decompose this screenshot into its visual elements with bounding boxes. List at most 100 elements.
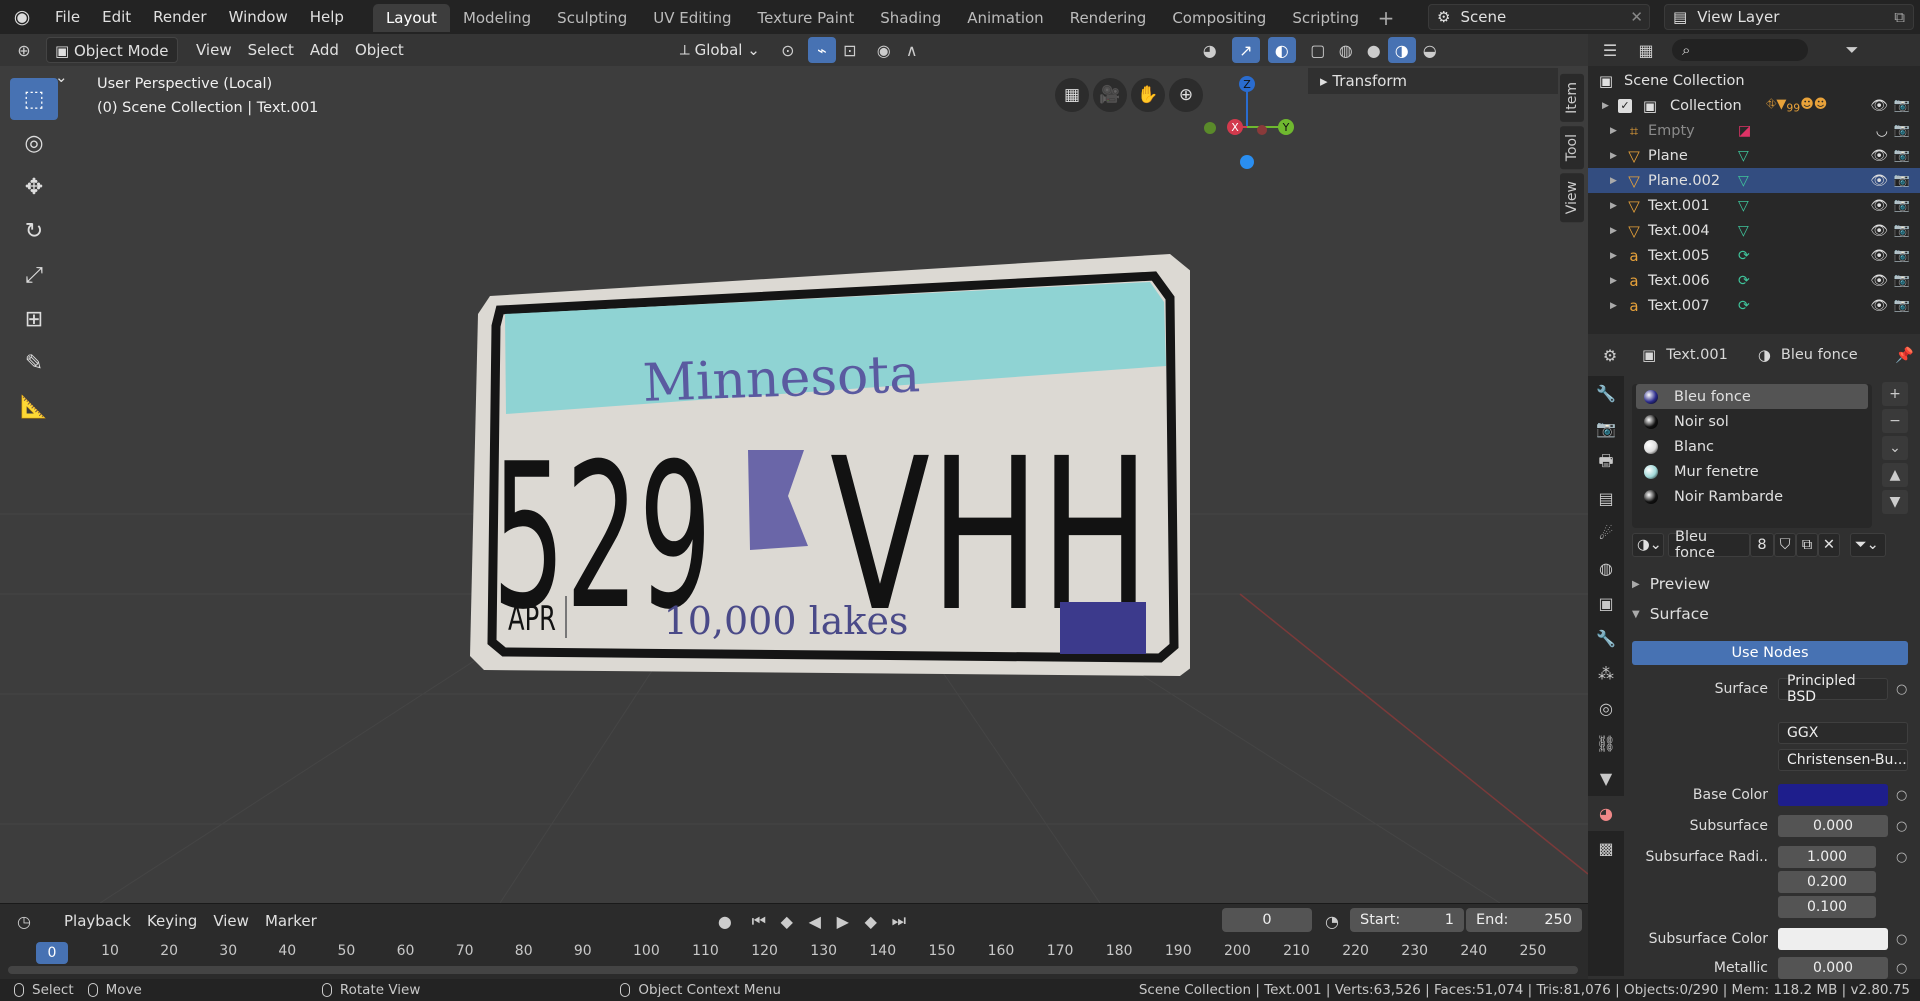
menu-file[interactable]: File — [44, 0, 91, 34]
outliner-editor-type-icon[interactable]: ☰ — [1596, 37, 1624, 63]
scene-close-icon[interactable]: ✕ — [1630, 8, 1643, 26]
filter-icon[interactable]: ⏷ — [1838, 37, 1866, 63]
license-plate-object[interactable]: Minnesota 529 VHH APR 10,000 lakes — [470, 254, 1190, 694]
mode-selector[interactable]: ▣ Object Mode ⌄ — [46, 37, 178, 86]
scene-selector[interactable]: ⚙ Scene ✕ — [1428, 4, 1650, 30]
current-frame-indicator[interactable]: 0 — [36, 942, 68, 964]
visibility-icon[interactable]: 👁 — [1870, 198, 1888, 214]
outliner-item-row[interactable]: ▶ ▽ Text.004 ▽ 👁 📷 — [1588, 218, 1920, 243]
annotate-tool-icon[interactable]: ✎ — [10, 342, 58, 384]
record-icon[interactable]: ● — [711, 908, 739, 934]
render-visibility-icon[interactable]: 📷 — [1894, 148, 1910, 163]
remove-slot-icon[interactable]: − — [1882, 409, 1908, 433]
tab-rendering[interactable]: Rendering — [1057, 4, 1160, 32]
overlay-toggle-icon[interactable]: ◐ — [1267, 37, 1296, 63]
next-keyframe-icon[interactable]: ◆ — [857, 908, 885, 934]
tab-layout[interactable]: Layout — [372, 4, 450, 32]
add-slot-icon[interactable]: + — [1882, 382, 1908, 406]
pivot-icon[interactable]: ⊙ — [774, 37, 802, 63]
surface-panel-header[interactable]: ▼ Surface — [1632, 600, 1918, 628]
fake-user-icon[interactable]: ⛉ — [1774, 533, 1796, 557]
scene-collection-row[interactable]: ▣ Scene Collection — [1588, 68, 1920, 93]
tab-view[interactable]: View — [1560, 173, 1584, 223]
render-visibility-icon[interactable]: 📷 — [1894, 123, 1910, 138]
menu-playback[interactable]: Playback — [56, 908, 139, 934]
subsurface-color-swatch[interactable] — [1778, 928, 1888, 950]
expand-arrow-icon[interactable]: ▶ — [1602, 101, 1609, 111]
unlink-material-icon[interactable]: ✕ — [1818, 533, 1840, 557]
surface-shader-selector[interactable]: Principled BSD — [1778, 673, 1888, 705]
display-mode-icon[interactable]: ▦ — [1632, 37, 1660, 63]
gizmo-toggle-icon[interactable]: ↗ — [1231, 37, 1260, 63]
scale-tool-icon[interactable]: ⤢ — [10, 254, 58, 296]
subsurface-field[interactable]: 0.000 — [1778, 815, 1888, 837]
outliner-item-row[interactable]: ▶ a Text.006 ⟳ 👁 📷 — [1588, 268, 1920, 293]
surface-link-icon[interactable]: ○ — [1896, 682, 1907, 697]
expand-arrow-icon[interactable]: ▶ — [1610, 201, 1617, 211]
subsurface-link-icon[interactable]: ○ — [1896, 819, 1907, 834]
outliner-item-row[interactable]: ▶ ▽ Text.001 ▽ 👁 📷 — [1588, 193, 1920, 218]
render-properties-icon[interactable]: 📷 — [1588, 411, 1624, 446]
render-visibility-icon[interactable]: 📷 — [1894, 198, 1910, 213]
editor-type-icon[interactable]: ⊕ — [10, 37, 38, 63]
cursor-tool-icon[interactable]: ◎ — [10, 122, 58, 164]
menu-help[interactable]: Help — [299, 0, 355, 34]
tab-modeling[interactable]: Modeling — [450, 4, 544, 32]
distribution-selector[interactable]: GGX — [1778, 722, 1908, 744]
rendered-shading-icon[interactable]: ◒ — [1416, 37, 1444, 63]
subsurface-radius-y[interactable]: 0.200 — [1778, 871, 1876, 893]
xray-icon[interactable]: ▢ — [1304, 37, 1332, 63]
metallic-link-icon[interactable]: ○ — [1896, 961, 1907, 976]
blender-logo-icon[interactable]: ◉ — [0, 6, 44, 28]
subsurface-color-link-icon[interactable]: ○ — [1896, 932, 1907, 947]
subsurface-radius-link-icon[interactable]: ○ — [1896, 850, 1907, 865]
pin-icon[interactable]: 📌 — [1895, 346, 1914, 364]
outliner-item-row[interactable]: ▶ ⌗ Empty ◪ ◡ 📷 — [1588, 118, 1920, 143]
wireframe-shading-icon[interactable]: ◍ — [1332, 37, 1360, 63]
object-properties-icon[interactable]: ▣ — [1588, 586, 1624, 621]
select-box-tool-icon[interactable]: ⬚ — [10, 78, 58, 120]
link-type-icon[interactable]: ⏷⌄ — [1850, 533, 1886, 557]
axis-gizmo[interactable]: Z Y X — [1192, 72, 1302, 182]
view-layer-copy-icon[interactable]: ⧉ — [1894, 8, 1905, 26]
add-workspace-icon[interactable]: + — [1372, 4, 1400, 32]
outliner-item-row[interactable]: ▶ ▽ Plane ▽ 👁 📷 — [1588, 143, 1920, 168]
material-slot[interactable]: Blanc — [1636, 434, 1868, 459]
collection-visibility-icon[interactable]: 👁 — [1870, 98, 1888, 114]
material-slot-list[interactable]: Bleu fonce Noir sol Blanc Mur fenetre Noir R… — [1632, 384, 1872, 528]
render-visibility-icon[interactable]: 📷 — [1894, 223, 1910, 238]
snap-icon[interactable]: ⌁ — [807, 37, 836, 63]
hidden-visibility-icon[interactable]: ◡ — [1876, 123, 1888, 139]
preview-panel-header[interactable]: ▶ Preview — [1632, 570, 1918, 598]
output-properties-icon[interactable]: 🖶 — [1588, 446, 1624, 481]
material-slot[interactable]: Noir sol — [1636, 409, 1868, 434]
current-frame-field[interactable]: 0 — [1222, 908, 1312, 932]
outliner-item-row[interactable]: ▶ a Text.007 ⟳ 👁 📷 — [1588, 293, 1920, 318]
collection-checkbox[interactable]: ✓ — [1618, 98, 1632, 113]
render-visibility-icon[interactable]: 📷 — [1894, 273, 1910, 288]
falloff-icon[interactable]: ∧ — [898, 37, 926, 63]
menu-marker[interactable]: Marker — [257, 908, 325, 934]
camera-view-icon[interactable]: 🎥 — [1093, 78, 1127, 112]
subsurface-method-selector[interactable]: Christensen-Bu... — [1778, 749, 1908, 771]
subsurface-radius-z[interactable]: 0.100 — [1778, 896, 1876, 918]
outliner-search-input[interactable]: ⌕ — [1672, 39, 1808, 61]
move-tool-icon[interactable]: ✥ — [10, 166, 58, 208]
expand-arrow-icon[interactable]: ▶ — [1610, 176, 1617, 186]
world-properties-icon[interactable]: ◍ — [1588, 551, 1624, 586]
data-properties-icon[interactable]: ▼ — [1588, 761, 1624, 796]
menu-window[interactable]: Window — [218, 0, 299, 34]
measure-tool-icon[interactable]: 📐 — [10, 386, 58, 428]
solid-shading-icon[interactable]: ● — [1360, 37, 1388, 63]
subsurface-radius-x[interactable]: 1.000 — [1778, 846, 1876, 868]
material-shading-icon[interactable]: ◑ — [1387, 37, 1416, 63]
prev-keyframe-icon[interactable]: ◆ — [773, 908, 801, 934]
toggle-grid-icon[interactable]: ▦ — [1055, 78, 1089, 112]
material-name-field[interactable]: Bleu fonce — [1668, 529, 1750, 561]
render-visibility-icon[interactable]: 📷 — [1894, 173, 1910, 188]
base-color-swatch[interactable] — [1778, 784, 1888, 806]
rotate-tool-icon[interactable]: ↻ — [10, 210, 58, 252]
visibility-icon[interactable]: 👁 — [1870, 148, 1888, 164]
tab-sculpting[interactable]: Sculpting — [544, 4, 640, 32]
visibility-icon[interactable]: ◕ — [1196, 37, 1224, 63]
